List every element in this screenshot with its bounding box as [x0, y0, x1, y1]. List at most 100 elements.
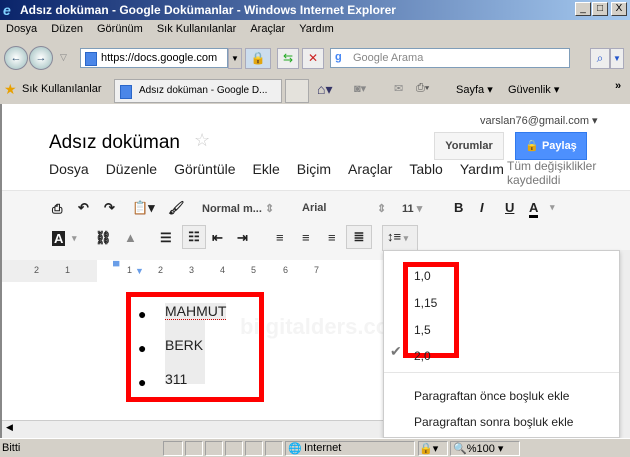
- ie-menu-tools[interactable]: Araçlar: [250, 23, 285, 37]
- text-color-button[interactable]: A: [529, 200, 539, 218]
- history-dropdown-icon[interactable]: ▽: [60, 52, 67, 63]
- search-input[interactable]: g Google Arama: [330, 48, 570, 68]
- add-space-after-paragraph[interactable]: Paragraftan sonra boşluk ekle: [414, 415, 573, 429]
- menu-edit[interactable]: Düzenle: [106, 161, 157, 177]
- maximize-button[interactable]: □: [592, 2, 608, 16]
- page-menu-label: Sayfa: [456, 84, 485, 96]
- list-item[interactable]: BERK: [165, 337, 203, 353]
- url-text: https://docs.google.com: [101, 52, 218, 64]
- feeds-icon[interactable]: ◙▾: [354, 82, 366, 95]
- menu-format[interactable]: Biçim: [297, 161, 331, 177]
- font-size-select[interactable]: 11 ▾: [402, 202, 422, 215]
- star-icon: ★: [4, 81, 17, 97]
- menu-view[interactable]: Görüntüle: [174, 161, 235, 177]
- scroll-left-icon[interactable]: ◀: [2, 422, 13, 432]
- ruler-label: 7: [314, 265, 320, 275]
- stop-icon[interactable]: ✕: [302, 48, 324, 69]
- page-icon: [85, 52, 97, 66]
- back-button[interactable]: ←: [4, 46, 28, 70]
- line-spacing-option-1-15[interactable]: 1,15: [414, 296, 437, 310]
- ie-menu-help[interactable]: Yardım: [299, 23, 334, 37]
- lock-icon[interactable]: 🔒: [245, 48, 271, 69]
- list-item[interactable]: 311: [165, 371, 187, 387]
- underline-button[interactable]: U: [505, 200, 514, 215]
- image-icon[interactable]: ▲: [124, 230, 137, 245]
- print-icon[interactable]: ⎙▾: [416, 82, 429, 95]
- justify-icon[interactable]: ≣: [346, 225, 372, 249]
- menu-file[interactable]: Dosya: [49, 161, 89, 177]
- style-select[interactable]: Normal m... ⇕: [202, 202, 274, 215]
- favorites-button[interactable]: Sık Kullanılanlar: [22, 83, 102, 95]
- indent-marker-icon[interactable]: ▀: [113, 261, 119, 271]
- address-row: ← → ▽ https://docs.google.com ▼ 🔒 ⇆ ✕ g …: [0, 42, 630, 76]
- menu-table[interactable]: Tablo: [409, 161, 442, 177]
- search-options-icon[interactable]: ▼: [610, 48, 624, 69]
- minimize-button[interactable]: _: [575, 2, 591, 16]
- paste-icon[interactable]: 📋▾: [132, 200, 155, 216]
- menu-help[interactable]: Yardım: [460, 161, 504, 177]
- bulleted-list-icon[interactable]: ☷: [182, 225, 206, 249]
- ruler-label: 1: [127, 265, 133, 275]
- page-menu[interactable]: Sayfa ▾: [456, 83, 493, 96]
- ie-menu-file[interactable]: Dosya: [6, 23, 37, 37]
- search-placeholder: Google Arama: [353, 52, 424, 64]
- title-bar: Adsız doküman - Google Dokümanlar - Wind…: [0, 0, 630, 20]
- new-tab-button[interactable]: [285, 79, 309, 103]
- menu-tools[interactable]: Araçlar: [348, 161, 392, 177]
- search-icon[interactable]: ⌕: [590, 48, 610, 69]
- bold-button[interactable]: B: [454, 200, 463, 215]
- globe-icon: 🌐: [288, 443, 302, 455]
- highlight-color-button[interactable]: A: [52, 231, 66, 246]
- align-right-icon[interactable]: ≡: [328, 230, 336, 245]
- align-left-icon[interactable]: ≡: [276, 230, 284, 245]
- address-dropdown[interactable]: ▼: [228, 48, 242, 69]
- align-center-icon[interactable]: ≡: [302, 230, 310, 245]
- account-menu[interactable]: varslan76@gmail.com ▾: [480, 114, 598, 127]
- docs-page: varslan76@gmail.com ▾ Adsız doküman ☆ Yo…: [0, 104, 630, 438]
- zone-indicator[interactable]: 🌐 Internet: [285, 441, 415, 456]
- ie-menu-view[interactable]: Görünüm: [97, 23, 143, 37]
- zoom-control[interactable]: 🔍%100 ▾: [450, 441, 520, 456]
- undo-icon[interactable]: ↶: [78, 200, 89, 216]
- ie-menu-edit[interactable]: Düzen: [51, 23, 83, 37]
- more-icon[interactable]: »: [615, 80, 621, 92]
- close-button[interactable]: X: [611, 2, 627, 16]
- forward-button[interactable]: →: [29, 46, 53, 70]
- ie-logo-icon: e: [3, 2, 11, 18]
- line-spacing-option-2-0[interactable]: 2,0: [414, 349, 431, 363]
- comments-button[interactable]: Yorumlar: [434, 132, 504, 160]
- highlight-dropdown[interactable]: ▾: [72, 233, 77, 244]
- text-color-dropdown[interactable]: ▾: [550, 202, 555, 213]
- home-icon[interactable]: ⌂▾: [317, 81, 332, 98]
- add-space-before-paragraph[interactable]: Paragraftan önce boşluk ekle: [414, 389, 569, 403]
- line-spacing-option-1-5[interactable]: 1,5: [414, 323, 431, 337]
- line-spacing-option-1-0[interactable]: 1,0: [414, 269, 431, 283]
- address-bar[interactable]: https://docs.google.com: [80, 48, 228, 68]
- font-value: Arial: [302, 202, 327, 214]
- google-icon: g: [335, 51, 342, 63]
- line-spacing-button[interactable]: ↕≡ ▾: [382, 225, 418, 251]
- security-menu[interactable]: Güvenlik ▾: [508, 83, 559, 96]
- list-item[interactable]: MAHMUT: [165, 303, 227, 320]
- ie-menu-favorites[interactable]: Sık Kullanılanlar: [157, 23, 237, 37]
- increase-indent-icon[interactable]: ⇥: [237, 230, 248, 246]
- link-icon[interactable]: ⛓: [95, 230, 112, 246]
- redo-icon[interactable]: ↷: [104, 200, 115, 216]
- protected-mode-icon[interactable]: 🔒▾: [418, 441, 448, 456]
- menu-insert[interactable]: Ekle: [253, 161, 280, 177]
- browser-tab[interactable]: Adsız doküman - Google D...: [114, 79, 282, 103]
- star-icon[interactable]: ☆: [194, 130, 210, 151]
- document-title[interactable]: Adsız doküman: [49, 132, 180, 154]
- paint-format-icon[interactable]: 🖌: [168, 200, 185, 216]
- ruler-label: 2: [34, 265, 40, 275]
- italic-button[interactable]: I: [480, 200, 484, 215]
- numbered-list-icon[interactable]: ☰: [160, 230, 172, 246]
- print-icon[interactable]: ⎙: [52, 201, 62, 217]
- font-select[interactable]: Arial ⇕: [302, 202, 386, 215]
- refresh-icon[interactable]: ⇆: [277, 48, 299, 69]
- share-button[interactable]: 🔒 Paylaş: [515, 132, 587, 160]
- vertical-scrollbar[interactable]: [620, 250, 630, 438]
- indent-marker-icon[interactable]: ▼: [135, 266, 144, 276]
- decrease-indent-icon[interactable]: ⇤: [212, 230, 223, 246]
- mail-icon[interactable]: ✉: [394, 82, 403, 95]
